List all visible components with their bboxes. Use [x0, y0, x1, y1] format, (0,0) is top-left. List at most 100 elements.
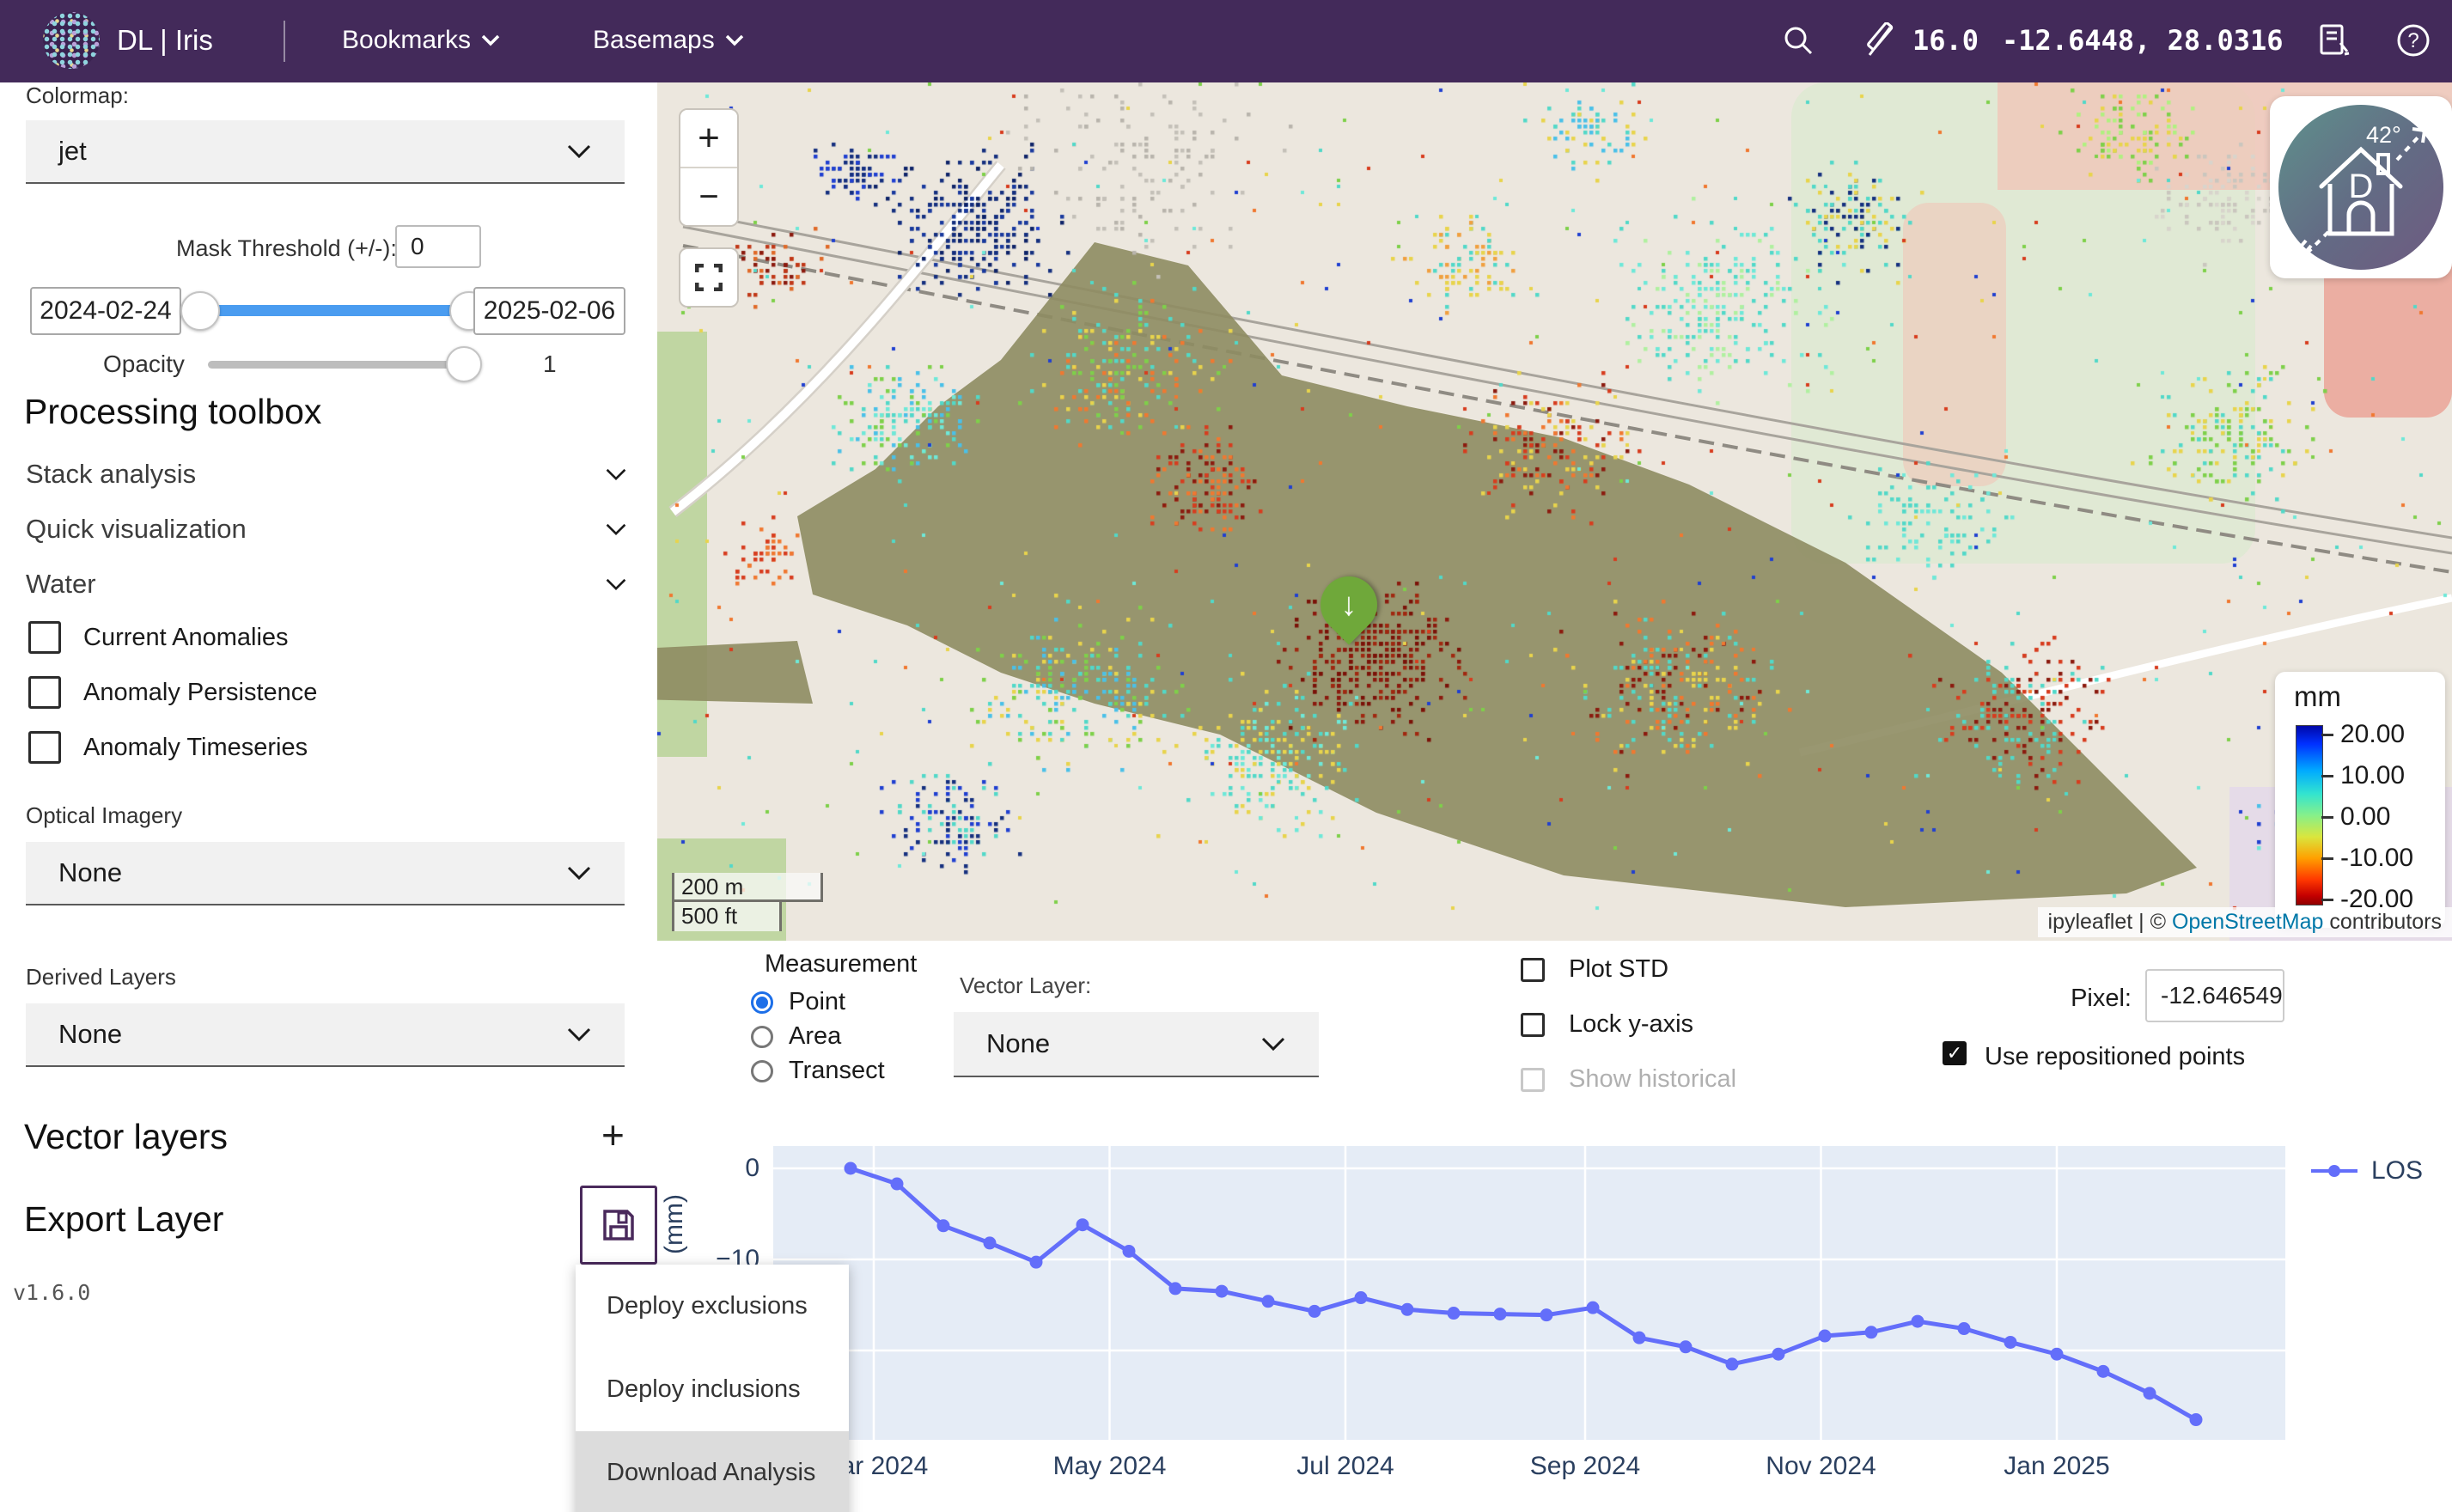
- pixel-input[interactable]: -12.646549: [2145, 969, 2284, 1022]
- menu-bookmarks[interactable]: Bookmarks: [342, 26, 500, 55]
- checkbox-plot-std[interactable]: Plot STD: [1521, 955, 1668, 984]
- colormap-select[interactable]: jet: [26, 120, 625, 184]
- colormap-value: jet: [58, 136, 87, 167]
- vector-layer-label: Vector Layer:: [960, 972, 1091, 999]
- sidebar-section-quick-visualization[interactable]: Quick visualization: [26, 507, 627, 552]
- look-angle-label: 42°: [2366, 122, 2401, 149]
- section-label: Water: [26, 569, 96, 600]
- radio-transect[interactable]: Transect: [751, 1057, 885, 1085]
- help-icon[interactable]: ?: [2395, 22, 2431, 58]
- checkbox-label: Anomaly Timeseries: [83, 734, 308, 762]
- fullscreen-button[interactable]: [679, 247, 739, 308]
- version-label: v1.6.0: [13, 1280, 90, 1305]
- checkbox-box[interactable]: [28, 621, 61, 654]
- date-range-slider[interactable]: [200, 305, 469, 316]
- use-repositioned-checkbox[interactable]: ✓: [1943, 1041, 1967, 1065]
- menu-basemaps[interactable]: Basemaps: [593, 26, 744, 55]
- map-canvas[interactable]: + − ↓ D: [657, 82, 2452, 941]
- radio-label: Transect: [789, 1057, 885, 1085]
- menu-item-deploy-exclusions[interactable]: Deploy exclusions: [576, 1265, 849, 1348]
- menu-item-download-analysis[interactable]: Download Analysis: [576, 1431, 849, 1512]
- checkbox-box[interactable]: [28, 731, 61, 764]
- radio-label: Area: [789, 1022, 841, 1051]
- radio-icon[interactable]: [751, 1026, 773, 1048]
- look-direction-widget[interactable]: D 42°: [2270, 96, 2452, 278]
- y-tick-label: 0: [691, 1154, 759, 1183]
- sidebar-section-stack-analysis[interactable]: Stack analysis: [26, 452, 627, 497]
- radio-icon[interactable]: [751, 1060, 773, 1082]
- toolbox-title: Processing toolbox: [24, 392, 321, 432]
- attribution-text: ipyleaflet | ©: [2048, 910, 2172, 934]
- report-icon[interactable]: [2316, 22, 2352, 58]
- vector-layer-select[interactable]: None: [954, 1012, 1319, 1077]
- vector-layers-title: Vector layers: [24, 1117, 228, 1157]
- checkbox-anomaly-timeseries[interactable]: Anomaly Timeseries: [28, 729, 308, 766]
- save-icon: [600, 1206, 637, 1244]
- checkbox-label: Show historical: [1569, 1065, 1736, 1094]
- map-zoom-control: + −: [679, 108, 739, 227]
- checkbox-show-historical: Show historical: [1521, 1065, 1736, 1094]
- colorbar-legend: mm 20.0010.000.00-10.00-20.00: [2275, 672, 2445, 928]
- section-label: Stack analysis: [26, 459, 196, 490]
- checkbox-anomaly-persistence[interactable]: Anomaly Persistence: [28, 674, 317, 711]
- x-tick-label: May 2024: [1053, 1452, 1167, 1481]
- opacity-value: 1: [543, 351, 557, 378]
- insar-point-layer: [657, 82, 2452, 941]
- checkbox-box[interactable]: [1521, 958, 1545, 982]
- map-scale-control: 200 m 500 ft: [672, 873, 823, 931]
- radio-selected-icon[interactable]: [751, 991, 773, 1014]
- menu-item-deploy-inclusions[interactable]: Deploy inclusions: [576, 1348, 849, 1431]
- zoom-in-button[interactable]: +: [680, 110, 737, 167]
- derived-layers-label: Derived Layers: [26, 964, 176, 991]
- map-pin-marker[interactable]: ↓: [1308, 564, 1388, 644]
- export-save-button[interactable]: [580, 1186, 657, 1265]
- opacity-handle[interactable]: [446, 346, 482, 382]
- x-tick-label: Sep 2024: [1530, 1452, 1640, 1481]
- map-attribution: ipyleaflet | © OpenStreetMap contributor…: [2038, 907, 2452, 937]
- opacity-slider[interactable]: [208, 361, 473, 369]
- chart-legend[interactable]: LOS: [2309, 1156, 2423, 1186]
- date-range-handle-start[interactable]: [180, 291, 220, 331]
- add-vector-layer-button[interactable]: +: [601, 1112, 625, 1158]
- colorbar-tick: 0.00: [2321, 802, 2390, 832]
- arrow-down-icon: ↓: [1321, 576, 1377, 633]
- optical-imagery-select[interactable]: None: [26, 842, 625, 905]
- checkbox-current-anomalies[interactable]: Current Anomalies: [28, 619, 289, 656]
- chevron-down-icon: [605, 577, 627, 591]
- chevron-down-icon: [725, 34, 744, 46]
- sidebar-section-water[interactable]: Water: [26, 562, 627, 607]
- sidebar: Colormap: jet Mask Threshold (+/-): 0 20…: [0, 82, 657, 1512]
- derived-layers-select[interactable]: None: [26, 1003, 625, 1067]
- radio-point[interactable]: Point: [751, 988, 845, 1016]
- scale-metric: 200 m: [672, 873, 823, 902]
- x-tick-label: Jan 2025: [2004, 1452, 2109, 1481]
- checkbox-box[interactable]: [28, 676, 61, 709]
- search-icon[interactable]: [1780, 22, 1816, 58]
- derived-layers-value: None: [58, 1019, 122, 1050]
- openstreetmap-link[interactable]: OpenStreetMap: [2172, 910, 2324, 934]
- date-end-input[interactable]: 2025-02-06: [473, 287, 625, 335]
- checkbox-box[interactable]: [1521, 1013, 1545, 1037]
- vector-layer-value: None: [986, 1028, 1050, 1059]
- checkbox-lock-y-axis[interactable]: Lock y-axis: [1521, 1010, 1693, 1039]
- date-start-input[interactable]: 2024-02-24: [30, 287, 181, 335]
- colormap-label: Colormap:: [26, 82, 129, 109]
- attribution-text: contributors: [2323, 910, 2442, 934]
- chevron-down-icon: [605, 522, 627, 536]
- use-repositioned-label: Use repositioned points: [1985, 1043, 2245, 1071]
- optical-imagery-label: Optical Imagery: [26, 802, 182, 829]
- scale-imperial: 500 ft: [672, 902, 782, 931]
- colorbar-tick: -10.00: [2321, 844, 2413, 873]
- legend-series-label: LOS: [2371, 1156, 2423, 1186]
- radio-area[interactable]: Area: [751, 1022, 841, 1051]
- section-label: Quick visualization: [26, 514, 247, 545]
- measurement-label: Measurement: [765, 950, 917, 979]
- optical-imagery-value: None: [58, 857, 122, 888]
- x-tick-label: Jul 2024: [1296, 1452, 1394, 1481]
- zoom-out-button[interactable]: −: [680, 168, 737, 225]
- chevron-down-icon: [605, 467, 627, 481]
- export-menu: Deploy exclusionsDeploy inclusionsDownlo…: [576, 1265, 849, 1512]
- measure-tools-icon[interactable]: [1861, 22, 1897, 58]
- mask-threshold-input[interactable]: 0: [395, 225, 481, 268]
- los-timeseries-chart[interactable]: [773, 1146, 2285, 1440]
